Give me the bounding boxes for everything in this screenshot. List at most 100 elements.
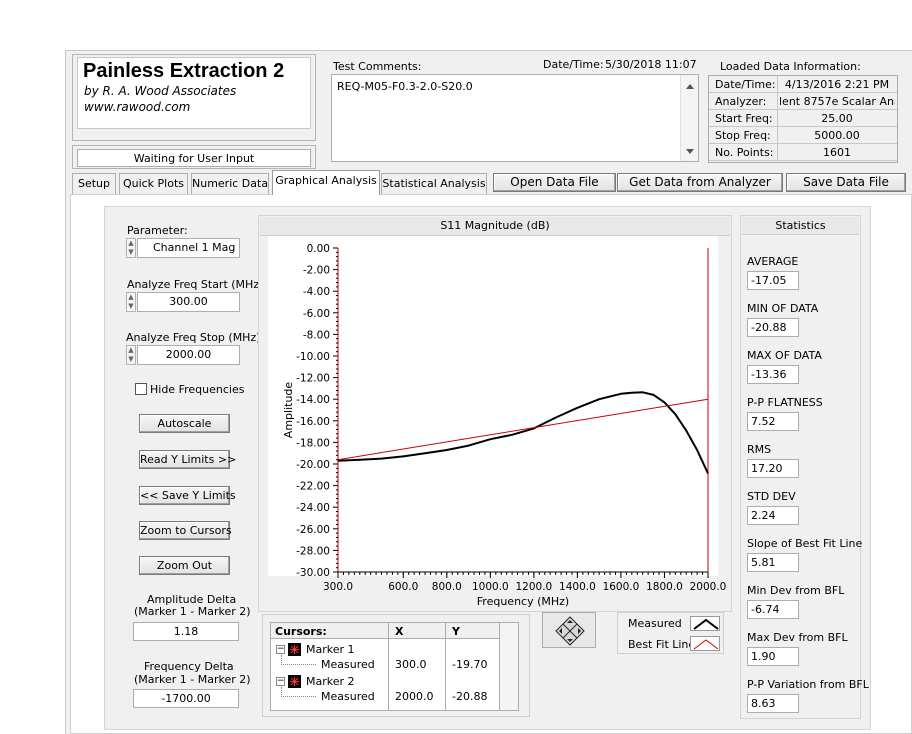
app-title: Painless Extraction 2 — [83, 60, 285, 82]
collapse-icon[interactable]: − — [276, 645, 285, 654]
spin-up-icon[interactable]: ▲ — [127, 293, 135, 302]
tab-label: Graphical Analysis — [275, 174, 377, 187]
stat-label: STD DEV — [747, 490, 796, 503]
open-data-file-label: Open Data File — [510, 175, 599, 189]
autoscale-button[interactable]: Autoscale — [139, 414, 230, 433]
y-tick-label: -14.00 — [296, 394, 330, 406]
read-y-limits-label: Read Y Limits >> — [140, 453, 237, 466]
marker-row[interactable]: − Marker 1 Measured 300.0 -19.70 — [271, 642, 499, 674]
y-tick-label: -18.00 — [296, 437, 330, 449]
zoom-out-button[interactable]: Zoom Out — [139, 556, 230, 575]
cursor-header-y: Y — [452, 625, 460, 638]
y-tick-label: -8.00 — [303, 329, 330, 341]
y-tick-label: -12.00 — [296, 373, 330, 385]
y-tick-label: -10.00 — [296, 351, 330, 363]
collapse-icon[interactable]: − — [276, 677, 285, 686]
loaded-row: Stop Freq: 5000.00 — [709, 127, 897, 144]
loaded-row-label: Analyzer: — [715, 95, 767, 108]
tab-label: Numeric Data — [192, 177, 269, 190]
hide-frequencies-checkbox[interactable] — [135, 383, 147, 395]
start-freq-field[interactable]: 300.00 — [137, 292, 240, 312]
stat-label: RMS — [747, 443, 772, 456]
stat-value-field: -6.74 — [747, 600, 799, 619]
amplitude-delta-value: 1.18 — [173, 625, 199, 638]
stat-value: 17.20 — [751, 462, 783, 475]
marker-row[interactable]: − Marker 2 Measured 2000.0 -20.88 — [271, 674, 499, 706]
zoom-out-label: Zoom Out — [156, 559, 213, 572]
spin-up-icon[interactable]: ▲ — [127, 239, 135, 248]
stat-label: Min Dev from BFL — [747, 584, 845, 597]
stat-value: -20.88 — [751, 321, 787, 334]
status-field: Waiting for User Input — [77, 149, 311, 167]
amplitude-delta-field: 1.18 — [133, 622, 239, 641]
status-text: Waiting for User Input — [133, 152, 255, 165]
parameter-spinner[interactable]: ▲ ▼ — [126, 238, 136, 258]
loaded-row: No. Points: 1601 — [709, 144, 897, 161]
stop-freq-spinner[interactable]: ▲ ▼ — [126, 345, 136, 365]
get-data-from-analyzer-button[interactable]: Get Data from Analyzer — [617, 173, 783, 192]
loaded-row-value: 1601 — [823, 146, 851, 159]
marker-y-value: -19.70 — [452, 658, 488, 671]
tab-label: Statistical Analysis — [382, 177, 486, 190]
loaded-row-label: Date/Time: — [715, 78, 776, 91]
stop-freq-field[interactable]: 2000.00 — [137, 345, 240, 365]
pan-diamond-icon[interactable] — [543, 613, 597, 649]
y-tick-label: -6.00 — [303, 308, 330, 320]
y-tick-label: -24.00 — [296, 502, 330, 514]
comments-textarea[interactable]: REQ-M05-F0.3-2.0-S20.0 — [331, 74, 699, 162]
legend-swatch-best-fit — [690, 636, 720, 651]
plot-area — [338, 248, 708, 572]
graph-pan-tool[interactable] — [542, 612, 596, 648]
loaded-row-label: Stop Freq: — [715, 129, 771, 142]
tab-setup[interactable]: Setup — [72, 173, 116, 194]
x-tick-label: 800.0 — [432, 581, 462, 593]
stat-value-field: 7.52 — [747, 412, 799, 431]
cursor-table[interactable]: Cursors: X Y − Marker 1 Measured 300.0 -… — [270, 622, 519, 711]
graph-title-bar: S11 Magnitude (dB) — [260, 217, 730, 236]
parameter-field[interactable]: Channel 1 Mag — [137, 238, 240, 258]
marker-x-value: 300.0 — [395, 658, 427, 671]
spin-down-icon[interactable]: ▼ — [127, 248, 135, 257]
stat-label: MAX OF DATA — [747, 349, 822, 362]
marker-y-value: -20.88 — [452, 690, 488, 703]
scroll-up-arrow-icon[interactable] — [686, 84, 694, 89]
save-y-limits-button[interactable]: << Save Y Limits — [139, 486, 236, 505]
x-tick-label: 1600.0 — [603, 581, 640, 593]
tab-graphical-analysis[interactable]: Graphical Analysis — [272, 170, 380, 195]
loaded-row-divider — [777, 127, 778, 144]
tab-quick-plots[interactable]: Quick Plots — [119, 173, 188, 194]
loaded-row: Analyzer: lent 8757e Scalar Analyz — [709, 93, 897, 110]
comments-scrollbar[interactable] — [680, 75, 698, 161]
spin-up-icon[interactable]: ▲ — [127, 346, 135, 355]
datetime-value: 5/30/2018 11:07 — [605, 58, 697, 71]
marker-name: Marker 1 — [306, 643, 355, 656]
tab-statistical-analysis[interactable]: Statistical Analysis — [381, 173, 487, 194]
spin-down-icon[interactable]: ▼ — [127, 355, 135, 364]
y-tick-label: -20.00 — [296, 459, 330, 471]
frequency-delta-label: Frequency Delta — [144, 660, 234, 673]
s11-magnitude-chart: 0.00 -2.00 -4.00 -6.00 -8.00 -10.00 -12.00 -14.… — [268, 236, 726, 608]
scroll-down-arrow-icon[interactable] — [686, 149, 694, 154]
loaded-row-divider — [777, 110, 778, 127]
parameter-value: Channel 1 Mag — [153, 241, 236, 254]
open-data-file-button[interactable]: Open Data File — [493, 173, 616, 192]
spin-down-icon[interactable]: ▼ — [127, 302, 135, 311]
loaded-row: Start Freq: 25.00 — [709, 110, 897, 127]
tab-label: Setup — [77, 177, 111, 190]
autoscale-label: Autoscale — [157, 417, 212, 430]
marker-series: Measured — [321, 690, 375, 703]
y-tick-label: 0.00 — [307, 243, 330, 255]
stat-value-field: -20.88 — [747, 318, 799, 337]
tab-numeric-data[interactable]: Numeric Data — [191, 173, 269, 194]
zoom-to-cursors-button[interactable]: Zoom to Cursors — [139, 521, 232, 540]
cursor-scrollbar[interactable] — [500, 623, 518, 710]
save-data-file-button[interactable]: Save Data File — [786, 173, 906, 192]
read-y-limits-button[interactable]: Read Y Limits >> — [139, 450, 236, 469]
loaded-row-label: No. Points: — [715, 146, 774, 159]
y-tick-label: -30.00 — [296, 567, 330, 579]
hide-frequencies-label: Hide Frequencies — [150, 383, 245, 396]
start-freq-spinner[interactable]: ▲ ▼ — [126, 292, 136, 312]
tree-connector — [281, 664, 316, 665]
stat-value: -6.74 — [751, 603, 780, 616]
stat-value: -17.05 — [751, 274, 787, 287]
